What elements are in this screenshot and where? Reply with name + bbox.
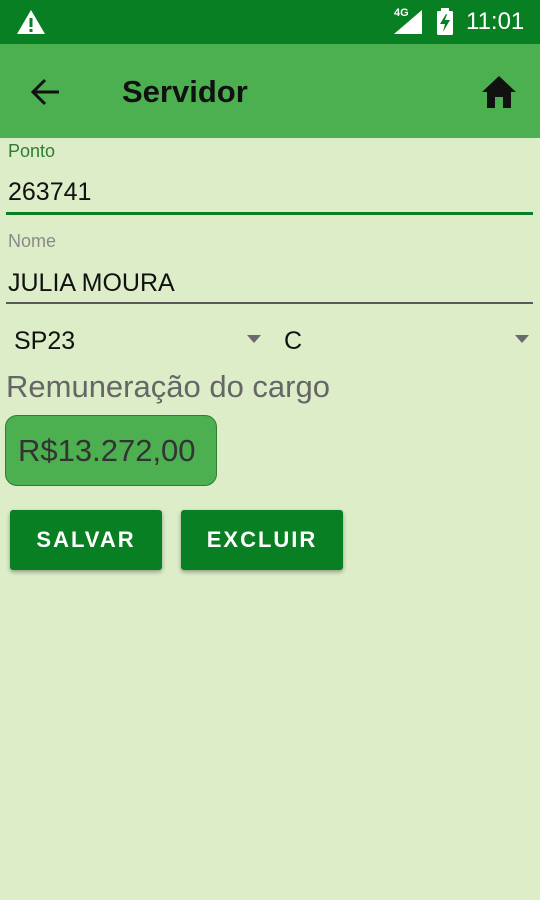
salary-display: R$13.272,00 (5, 415, 217, 486)
warning-icon (17, 10, 45, 34)
classe-spinner-value: C (284, 327, 303, 355)
delete-button[interactable]: EXCLUIR (181, 510, 343, 570)
ponto-underline (6, 212, 533, 215)
battery-charging-icon (437, 8, 453, 35)
salary-value: R$13.272,00 (18, 433, 196, 468)
dropdown-arrow-icon (515, 335, 529, 343)
nome-underline (6, 302, 533, 304)
app-bar: Servidor (0, 44, 540, 138)
arrow-left-icon[interactable] (28, 74, 64, 110)
page-title: Servidor (122, 74, 248, 109)
nome-input[interactable]: JULIA MOURA (8, 268, 175, 298)
cargo-spinner[interactable]: SP23 (0, 320, 272, 360)
status-bar: 4G 11:01 (0, 0, 540, 44)
classe-spinner[interactable]: C (272, 320, 540, 360)
clock: 11:01 (466, 8, 525, 35)
remuneracao-title: Remuneração do cargo (6, 369, 330, 404)
ponto-label: Ponto (8, 141, 56, 161)
nome-label: Nome (8, 231, 57, 251)
network-type: 4G (394, 7, 409, 19)
home-icon[interactable] (480, 74, 518, 110)
save-button[interactable]: SALVAR (10, 510, 162, 570)
cargo-spinner-value: SP23 (14, 327, 76, 355)
ponto-input[interactable]: 263741 (8, 177, 91, 207)
dropdown-arrow-icon (247, 335, 261, 343)
